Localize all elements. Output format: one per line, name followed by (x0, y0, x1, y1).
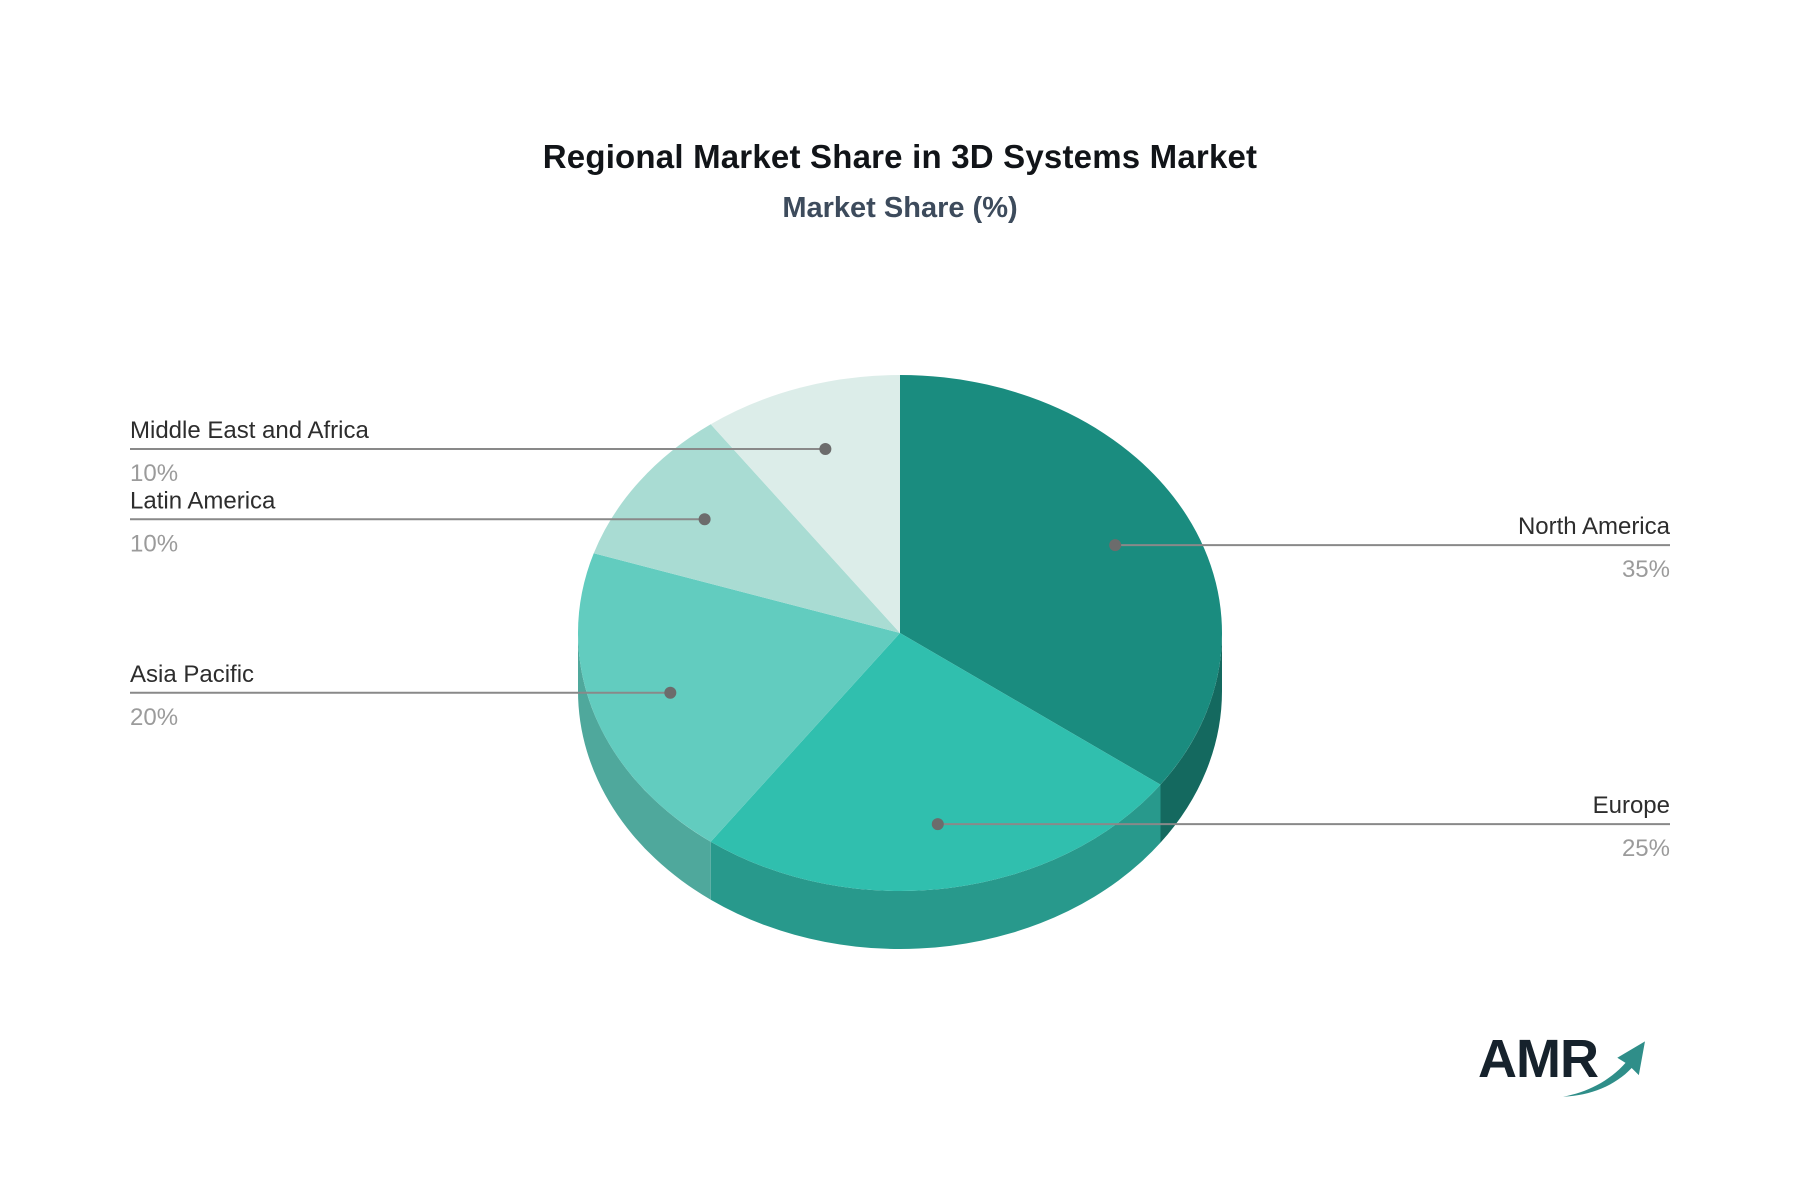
callout-dot-latin-america (698, 513, 711, 526)
chart-area: Regional Market Share in 3D Systems Mark… (0, 0, 1800, 1196)
slice-value-europe: 25% (1622, 835, 1670, 862)
slice-label-north-america: North America (1518, 513, 1671, 540)
slice-label-asia-pacific: Asia Pacific (130, 661, 254, 688)
brand-logo: AMR (1478, 1032, 1678, 1102)
callout-dot-middle-east-and-africa (819, 442, 832, 455)
slice-value-north-america: 35% (1622, 556, 1670, 583)
slice-label-europe: Europe (1593, 792, 1670, 819)
growth-arrow-icon (1563, 1041, 1645, 1097)
slice-value-latin-america: 10% (130, 530, 178, 557)
callout-dot-europe (931, 818, 944, 831)
slice-label-latin-america: Latin America (130, 487, 276, 514)
pie-chart-svg: North America 35% Europe 25% Asia Pacific 20%… (130, 374, 1671, 950)
callout-dot-asia-pacific (664, 686, 677, 699)
slice-label-middle-east-and-africa: Middle East and Africa (130, 417, 369, 444)
slice-value-middle-east-and-africa: 10% (130, 460, 178, 487)
callout-dot-north-america (1109, 539, 1122, 552)
slice-value-asia-pacific: 20% (130, 704, 178, 731)
